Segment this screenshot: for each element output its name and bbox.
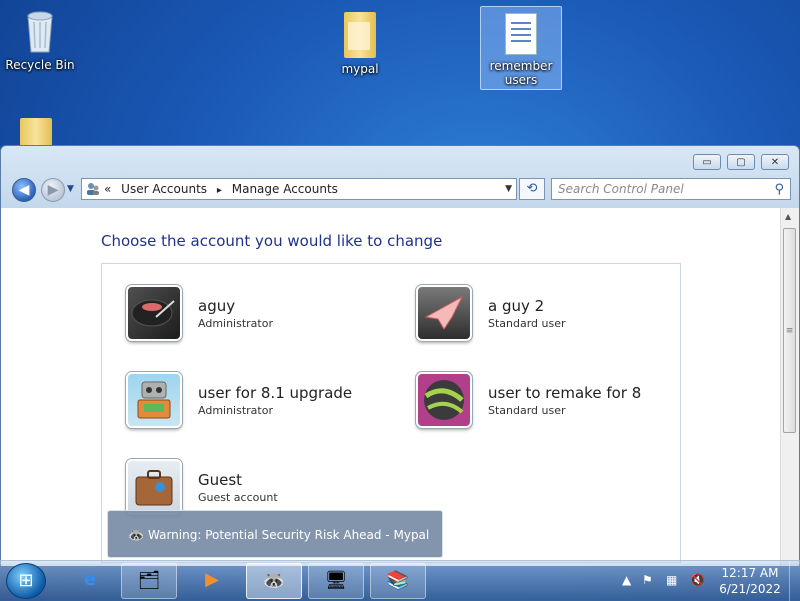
desktop-icon-label: remember users	[489, 59, 553, 87]
text-document-icon	[505, 13, 537, 55]
show-desktop-button[interactable]	[789, 561, 800, 601]
robot-icon	[126, 372, 182, 428]
raccoon-icon: 🦝	[128, 528, 145, 543]
suitcase-icon	[126, 459, 182, 515]
origami-crane-icon	[416, 285, 472, 341]
account-tile-aguy[interactable]: aguy Administrator	[126, 285, 386, 343]
archive-icon: 📚	[386, 570, 410, 591]
clock-date: 6/21/2022	[719, 582, 781, 596]
raccoon-icon: 🦝	[262, 570, 286, 591]
turntable-icon	[126, 285, 182, 341]
account-tile-guest[interactable]: Guest Guest account	[126, 459, 386, 517]
address-bar[interactable]: « User Accounts ▸ Manage Accounts ▼	[81, 178, 517, 200]
account-type: Administrator	[198, 317, 273, 330]
taskbar-file-explorer[interactable]: 🗂	[121, 563, 177, 599]
scroll-thumb[interactable]: ≡	[783, 228, 796, 433]
page-title: Choose the account you would like to cha…	[101, 232, 443, 250]
recent-pages-dropdown[interactable]: ▼	[67, 184, 74, 194]
show-hidden-icons-button[interactable]: ▲	[622, 573, 631, 587]
scroll-up-icon[interactable]: ▲	[785, 212, 791, 221]
account-tile-user-to-remake-for-8[interactable]: user to remake for 8 Standard user	[416, 372, 676, 430]
account-name: a guy 2	[488, 297, 545, 315]
minimize-button[interactable]: ▭	[693, 154, 721, 170]
taskbar-thumbnail-preview[interactable]: 🦝 Warning: Potential Security Risk Ahead…	[107, 510, 443, 558]
preview-title: Warning: Potential Security Risk Ahead -…	[148, 528, 430, 542]
back-button[interactable]: ◀	[12, 178, 36, 202]
users-icon	[87, 183, 99, 195]
search-icon[interactable]: ⚲	[774, 180, 784, 200]
account-name: user to remake for 8	[488, 384, 642, 402]
account-type: Guest account	[198, 491, 278, 504]
windows-logo-icon: ⊞	[18, 570, 34, 591]
network-icon[interactable]: ▦	[666, 573, 677, 587]
desktop-icon-recycle-bin[interactable]: Recycle Bin	[0, 6, 80, 72]
taskbar-control-panel[interactable]: 🖥	[308, 563, 364, 599]
control-panel-window: ▭ ▢ ✕ ◀ ▶ ▼ « User Accounts ▸ Manage Acc…	[0, 145, 800, 566]
ball-icon	[416, 372, 472, 428]
account-type: Standard user	[488, 404, 566, 417]
vertical-scrollbar[interactable]: ▲ ≡	[780, 208, 799, 566]
taskbar-winrar[interactable]: 📚	[370, 563, 426, 599]
arrow-left-icon: ◀	[18, 182, 30, 198]
maximize-button[interactable]: ▢	[727, 154, 755, 170]
search-input[interactable]: Search Control Panel ⚲	[551, 178, 791, 200]
address-dropdown[interactable]: ▼	[505, 179, 512, 199]
account-name: Guest	[198, 471, 243, 489]
recycle-bin-icon	[27, 11, 53, 53]
control-panel-icon: 🖥	[324, 570, 348, 591]
breadcrumb-manage-accounts[interactable]: Manage Accounts	[232, 182, 338, 196]
account-type: Administrator	[198, 404, 273, 417]
taskbar: ⊞ e 🗂 ▶ 🦝 🖥 📚 ▲ ⚑ ▦ 🔇 12:17 AM 6/21/2022	[0, 560, 800, 601]
breadcrumb-user-accounts[interactable]: User Accounts	[121, 182, 207, 196]
breadcrumb-overflow[interactable]: «	[104, 182, 111, 196]
folder-icon: 🗂	[137, 570, 161, 591]
system-clock[interactable]: 12:17 AM 6/21/2022	[712, 565, 788, 597]
breadcrumb-separator[interactable]: ▸	[217, 185, 222, 196]
account-tile-user-for-8-1-upgrade[interactable]: user for 8.1 upgrade Administrator	[126, 372, 386, 430]
clock-time: 12:17 AM	[721, 566, 779, 580]
account-name: aguy	[198, 297, 236, 315]
folder-icon	[344, 12, 376, 58]
close-button[interactable]: ✕	[761, 154, 789, 170]
desktop-icon-label: mypal	[341, 62, 379, 76]
search-placeholder: Search Control Panel	[558, 182, 684, 196]
desktop-icon-partial-folder[interactable]	[20, 118, 52, 146]
start-button[interactable]: ⊞	[6, 563, 46, 599]
account-tile-a-guy-2[interactable]: a guy 2 Standard user	[416, 285, 676, 343]
media-player-icon: ▶	[205, 569, 219, 590]
account-name: user for 8.1 upgrade	[198, 384, 353, 402]
taskbar-media-player[interactable]: ▶	[184, 563, 240, 599]
desktop-icon-label: Recycle Bin	[5, 58, 75, 72]
account-type: Standard user	[488, 317, 566, 330]
action-center-flag-icon[interactable]: ⚑	[642, 573, 653, 587]
desktop-icon-remember-users[interactable]: remember users	[480, 6, 562, 90]
taskbar-mypal[interactable]: 🦝	[246, 563, 302, 599]
forward-button[interactable]: ▶	[41, 178, 65, 202]
desktop-icon-mypal[interactable]: mypal	[320, 6, 400, 76]
arrow-right-icon: ▶	[47, 182, 59, 198]
refresh-icon: ⟲	[526, 181, 538, 196]
internet-explorer-icon: e	[83, 569, 97, 590]
refresh-button[interactable]: ⟲	[519, 178, 545, 200]
volume-muted-icon[interactable]: 🔇	[690, 573, 705, 587]
taskbar-internet-explorer[interactable]: e	[62, 563, 118, 599]
breadcrumb: « User Accounts ▸ Manage Accounts	[104, 179, 344, 201]
